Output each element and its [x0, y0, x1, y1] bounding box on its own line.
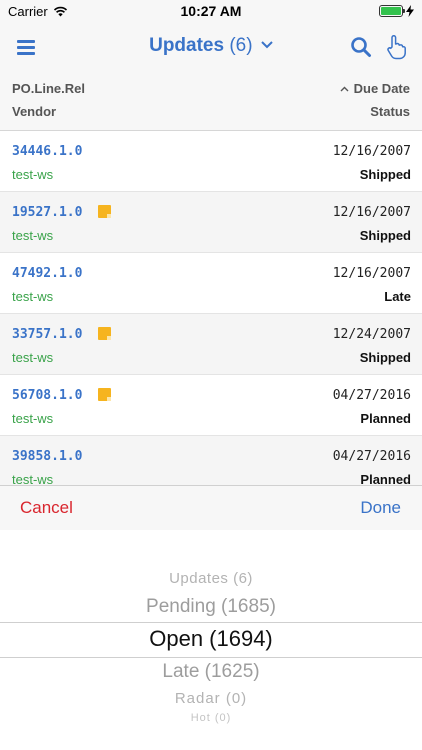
po-line-rel: 33757.1.0 [12, 327, 83, 342]
sort-ascending-icon [340, 86, 349, 91]
picker-option[interactable]: Radar (0) [0, 690, 422, 707]
po-line-rel: 47492.1.0 [12, 266, 83, 281]
due-date: 12/24/2007 [332, 327, 411, 342]
po-list: 34446.1.0 test-ws 12/16/2007 Shipped 195… [0, 131, 422, 485]
hand-pointer-icon[interactable] [384, 34, 408, 60]
selection-top-line [0, 622, 422, 623]
due-date: 04/27/2016 [332, 388, 411, 403]
note-icon [98, 388, 111, 401]
po-line-rel: 56708.1.0 [12, 388, 83, 403]
vendor-name: test-ws [12, 350, 54, 365]
search-icon[interactable] [350, 36, 372, 58]
table-row[interactable]: 47492.1.0 test-ws 12/16/2007 Late [0, 253, 422, 314]
table-row[interactable]: 34446.1.0 test-ws 12/16/2007 Shipped [0, 131, 422, 192]
due-date: 12/16/2007 [332, 205, 411, 220]
po-line-rel: 19527.1.0 [12, 205, 83, 220]
charging-bolt-icon [406, 5, 414, 17]
cancel-button[interactable]: Cancel [20, 498, 73, 518]
status-header[interactable]: Status [370, 104, 410, 119]
done-button[interactable]: Done [360, 498, 401, 518]
battery-fill [381, 7, 401, 15]
note-icon [98, 205, 111, 218]
status-value: Shipped [359, 167, 411, 182]
vendor-name: test-ws [12, 411, 54, 426]
due-date: 12/16/2007 [332, 144, 411, 159]
po-line-rel: 39858.1.0 [12, 449, 83, 464]
vendor-name: test-ws [12, 167, 54, 182]
due-date-header[interactable]: Due Date [340, 81, 410, 96]
vendor-header[interactable]: Vendor [12, 104, 56, 119]
view-count: (6) [229, 35, 253, 56]
picker-option[interactable]: Hot (0) [0, 712, 422, 724]
picker-option[interactable]: Pending (1685) [0, 596, 422, 618]
status-value: Planned [360, 411, 411, 426]
view-title: Updates [149, 35, 225, 56]
due-date: 12/16/2007 [332, 266, 411, 281]
po-line-rel-header[interactable]: PO.Line.Rel [12, 81, 85, 96]
status-value: Planned [360, 472, 411, 485]
status-value: Late [384, 289, 411, 304]
chevron-down-icon [261, 41, 273, 49]
column-header: PO.Line.Rel Vendor Due Date Status [0, 72, 422, 131]
due-date: 04/27/2016 [332, 449, 411, 464]
vendor-name: test-ws [12, 289, 54, 304]
picker-option-selected[interactable]: Open (1694) [0, 626, 422, 652]
status-value: Shipped [359, 228, 411, 243]
note-icon [98, 327, 111, 340]
status-bar: Carrier 10:27 AM [0, 0, 422, 22]
vendor-name: test-ws [12, 472, 54, 485]
selection-bottom-line [0, 657, 422, 658]
table-row[interactable]: 56708.1.0 test-ws 04/27/2016 Planned [0, 375, 422, 436]
view-picker-wheel[interactable]: Updates (6) Pending (1685) Open (1694) L… [0, 530, 422, 750]
battery-area [379, 5, 414, 17]
picker-toolbar: Cancel Done [0, 485, 422, 530]
picker-option[interactable]: Late (1625) [0, 661, 422, 683]
vendor-name: test-ws [12, 228, 54, 243]
po-line-rel: 34446.1.0 [12, 144, 83, 159]
table-row[interactable]: 33757.1.0 test-ws 12/24/2007 Shipped [0, 314, 422, 375]
due-date-header-label: Due Date [353, 81, 410, 96]
picker-option[interactable]: Updates (6) [0, 570, 422, 587]
status-value: Shipped [359, 350, 411, 365]
table-row[interactable]: 39858.1.0 test-ws 04/27/2016 Planned [0, 436, 422, 485]
clock: 10:27 AM [180, 3, 242, 19]
table-row[interactable]: 19527.1.0 test-ws 12/16/2007 Shipped [0, 192, 422, 253]
battery-icon [379, 5, 405, 17]
navigation-bar: Updates (6) [0, 22, 422, 72]
